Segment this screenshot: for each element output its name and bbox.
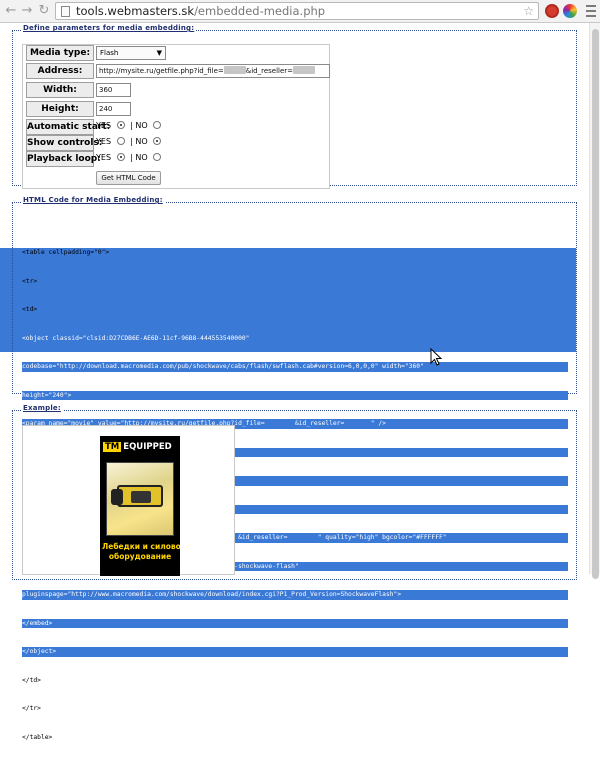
code-line-selected: </object> [22, 647, 568, 657]
showcontrols-no-radio[interactable] [153, 137, 162, 145]
banner-caption-line-2: оборудование [108, 552, 172, 561]
browser-menu-icon[interactable] [586, 5, 596, 17]
height-label: Height: [26, 101, 94, 117]
media-type-value: Flash [100, 49, 119, 57]
playbackloop-label: Playback loop: [26, 151, 101, 167]
code-line: <table cellpadding="0"> [22, 249, 110, 256]
code-line: <td> [22, 306, 38, 313]
showcontrols-label: Show controls: [26, 135, 102, 151]
autostart-yes-radio[interactable] [116, 121, 125, 129]
bookmark-star-icon[interactable]: ☆ [523, 3, 534, 19]
address-bar[interactable]: tools.webmasters.sk/embedded-media.php ☆ [55, 2, 539, 20]
code-line-selected: <object classid="clsid:D27CDB6E-AE6D-11c… [22, 333, 568, 343]
autostart-no-radio[interactable] [153, 121, 162, 129]
address-prefix: http://mysite.ru/getfile.php?id_file= [99, 67, 224, 75]
playbackloop-no-radio[interactable] [153, 153, 162, 161]
winch-motor-shape [111, 489, 123, 505]
get-html-code-button[interactable]: Get HTML Code [96, 171, 161, 185]
showcontrols-no-label: | NO [130, 137, 148, 146]
chevron-down-icon: ▼ [156, 49, 162, 57]
address-label: Address: [26, 63, 94, 79]
url-host: tools.webmasters.sk [76, 4, 195, 18]
winch-image [106, 462, 174, 536]
code-line: </tr> [22, 705, 41, 712]
banner-brand: EQUIPPED [123, 442, 172, 452]
winch-drum-shape [131, 491, 151, 503]
parameters-legend: Define parameters for media embedding: [21, 24, 197, 32]
playbackloop-yes-label: YES [96, 153, 112, 162]
height-input[interactable]: 240 [96, 102, 131, 116]
banner-caption: Лебедки и силовое оборудование [102, 542, 180, 562]
autostart-label: Automatic start: [26, 119, 110, 135]
width-label: Width: [26, 82, 94, 98]
color-extension-icon[interactable] [563, 4, 577, 18]
width-input[interactable]: 360 [96, 83, 131, 97]
browser-toolbar: ← → ↻ tools.webmasters.sk/embedded-media… [0, 0, 600, 23]
banner-logo-mark: TM [103, 442, 122, 452]
mouse-cursor-icon [430, 348, 442, 366]
media-type-label: Media type: [26, 45, 94, 61]
back-icon[interactable]: ← [3, 3, 19, 19]
url-path: /embedded-media.php [194, 4, 326, 18]
code-line: </td> [22, 676, 41, 684]
autostart-no-label: | NO [130, 121, 148, 130]
playbackloop-no-label: | NO [130, 153, 148, 162]
code-line-selected: height="240"> [22, 390, 568, 400]
banner-caption-line-1: Лебедки и силовое [102, 542, 180, 551]
example-legend: Example: [21, 404, 63, 412]
media-type-select[interactable]: Flash ▼ [96, 46, 166, 60]
showcontrols-yes-radio[interactable] [116, 137, 125, 145]
scrollbar-thumb[interactable] [592, 29, 599, 579]
code-line-selected: pluginspage="http://www.macromedia.com/s… [22, 590, 568, 600]
flash-banner[interactable]: TM EQUIPPED Лебедки и силовое оборудовани… [100, 436, 180, 576]
forward-icon[interactable]: → [19, 3, 35, 19]
example-fieldset: Example: TM EQUIPPED Лебедки и силовое об… [12, 404, 577, 580]
page-scrollbar[interactable] [589, 23, 600, 579]
banner-logo: TM EQUIPPED [103, 442, 177, 455]
showcontrols-yes-label: YES [96, 137, 112, 146]
example-preview-box: TM EQUIPPED Лебедки и силовое оборудовани… [22, 425, 235, 576]
parameters-fieldset: Define parameters for media embedding: M… [12, 24, 577, 189]
code-legend: HTML Code for Media Embedding: [21, 196, 165, 204]
address-mid: &id_reseller= [245, 67, 294, 75]
autostart-yes-label: YES [96, 121, 112, 130]
reload-icon[interactable]: ↻ [36, 3, 52, 19]
code-line-selected: </embed> [22, 618, 568, 628]
code-fieldset: HTML Code for Media Embedding: <table ce… [12, 196, 577, 741]
redacted-reseller-id [293, 66, 316, 74]
redacted-file-id [223, 66, 246, 74]
page-icon [61, 6, 70, 17]
address-input[interactable]: http://mysite.ru/getfile.php?id_file= &id… [96, 64, 330, 78]
code-line-selected: codebase="http://download.macromedia.com… [22, 362, 568, 372]
code-line: <tr> [22, 277, 38, 285]
adblock-extension-icon[interactable] [545, 4, 559, 18]
code-line: </table> [22, 733, 53, 741]
playbackloop-yes-radio[interactable] [116, 153, 125, 161]
